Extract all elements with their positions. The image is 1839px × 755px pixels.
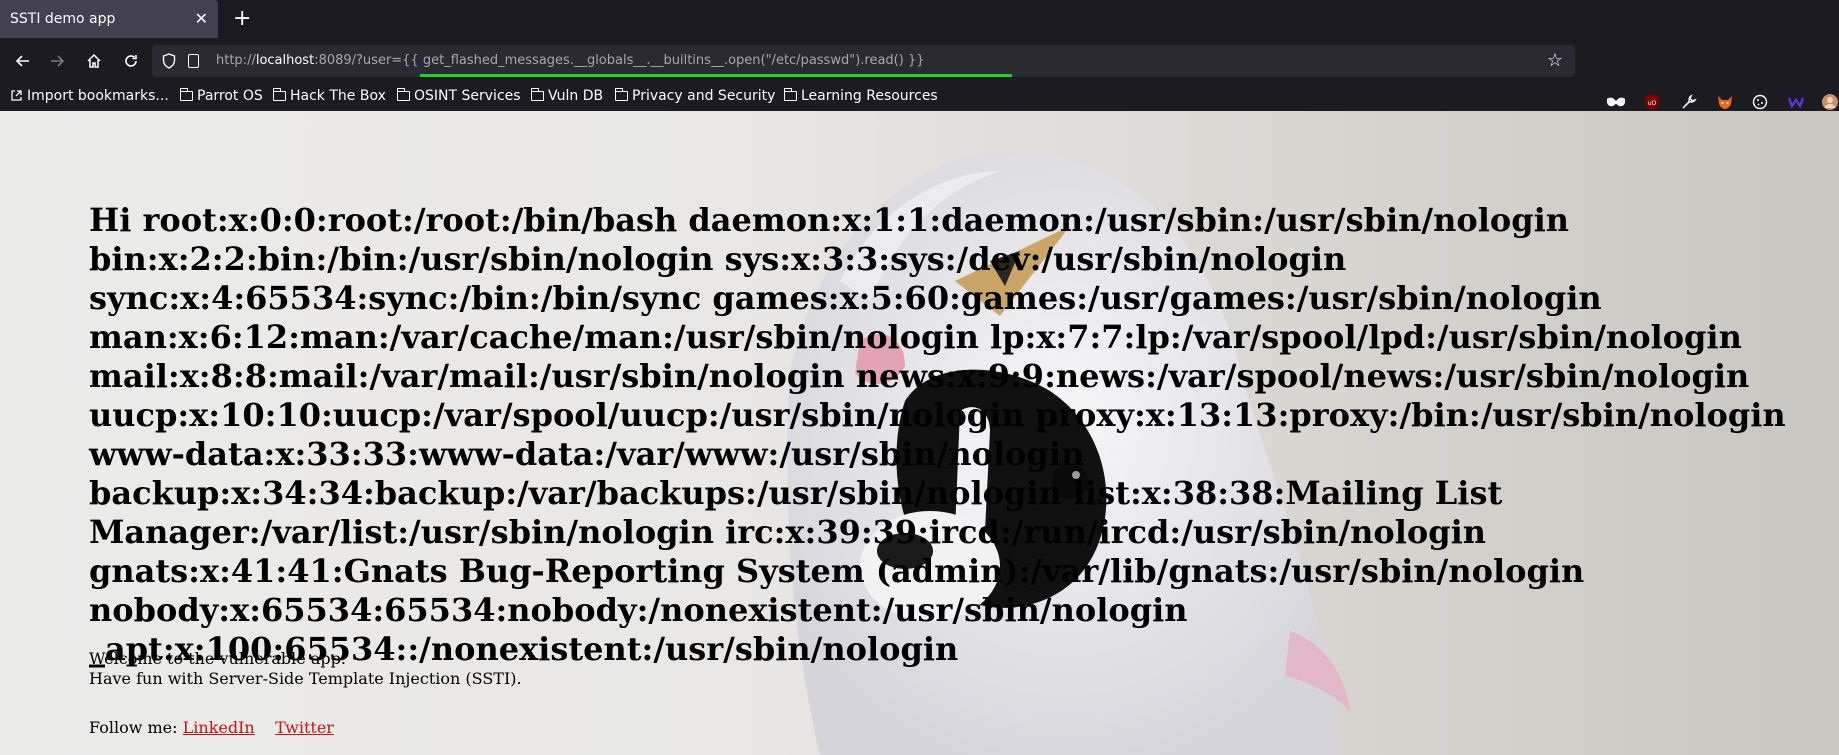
folder-icon [783, 88, 797, 101]
tab-strip: SSTI demo app ✕ + [0, 0, 1839, 38]
page-content: Hi root:x:0:0:root:/root:/bin/bash daemo… [0, 111, 1839, 755]
url-text[interactable]: http://localhost:8089/?user={{ get_flash… [216, 45, 925, 77]
url-path: :8089/?user={{ get_flashed_messages.__gl… [314, 53, 925, 68]
url-highlight-underline [420, 74, 1012, 77]
url-host: localhost [255, 53, 315, 68]
tab-close-icon[interactable]: ✕ [195, 0, 208, 38]
welcome-line-1: Welcome to the vulnerable app. [89, 649, 346, 668]
welcome-line-2: Have fun with Server-Side Template Injec… [89, 669, 522, 688]
greeting-output: Hi root:x:0:0:root:/root:/bin/bash daemo… [89, 201, 1786, 668]
welcome-text: Welcome to the vulnerable app. Have fun … [89, 649, 522, 689]
folder-icon [272, 88, 286, 101]
folder-icon [396, 88, 410, 101]
bookmark-import[interactable]: Import bookmarks... [10, 84, 169, 108]
folder-icon [179, 88, 193, 101]
bookmark-folder-privacy-security[interactable]: Privacy and Security [614, 84, 775, 108]
twitter-link[interactable]: Twitter [275, 718, 334, 737]
new-tab-button[interactable]: + [233, 0, 251, 38]
linkedin-link[interactable]: LinkedIn [183, 718, 255, 737]
url-protocol: http:// [216, 53, 256, 68]
navigation-toolbar: http://localhost:8089/?user={{ get_flash… [0, 41, 1839, 110]
tracking-shield-icon[interactable] [162, 45, 176, 77]
bookmark-star-icon[interactable]: ☆ [1547, 45, 1563, 77]
bookmark-folder-parrot-os[interactable]: Parrot OS [179, 84, 263, 108]
folder-icon [530, 88, 544, 101]
forward-arrow-icon[interactable] [42, 41, 72, 81]
follow-label: Follow me: [89, 718, 178, 737]
import-icon [11, 90, 22, 101]
follow-section: Follow me: LinkedIn Twitter [89, 718, 334, 738]
reload-icon[interactable] [116, 41, 146, 81]
bookmark-folder-hack-the-box[interactable]: Hack The Box [272, 84, 386, 108]
bookmark-folder-learning-resources[interactable]: Learning Resources [783, 84, 938, 108]
tab-active[interactable]: SSTI demo app ✕ [0, 0, 218, 38]
browser-chrome: SSTI demo app ✕ + http://localhost:8089/… [0, 0, 1839, 111]
bookmark-folder-osint-services[interactable]: OSINT Services [396, 84, 521, 108]
page-info-icon[interactable] [188, 54, 199, 68]
address-bar[interactable]: http://localhost:8089/?user={{ get_flash… [152, 45, 1575, 77]
home-icon[interactable] [79, 41, 109, 81]
tab-title: SSTI demo app [10, 11, 116, 27]
bookmarks-toolbar: Import bookmarks... Parrot OS Hack The B… [0, 84, 1839, 108]
folder-icon [614, 88, 628, 101]
back-arrow-icon[interactable] [8, 41, 38, 81]
bookmark-folder-vuln-db[interactable]: Vuln DB [530, 84, 603, 108]
